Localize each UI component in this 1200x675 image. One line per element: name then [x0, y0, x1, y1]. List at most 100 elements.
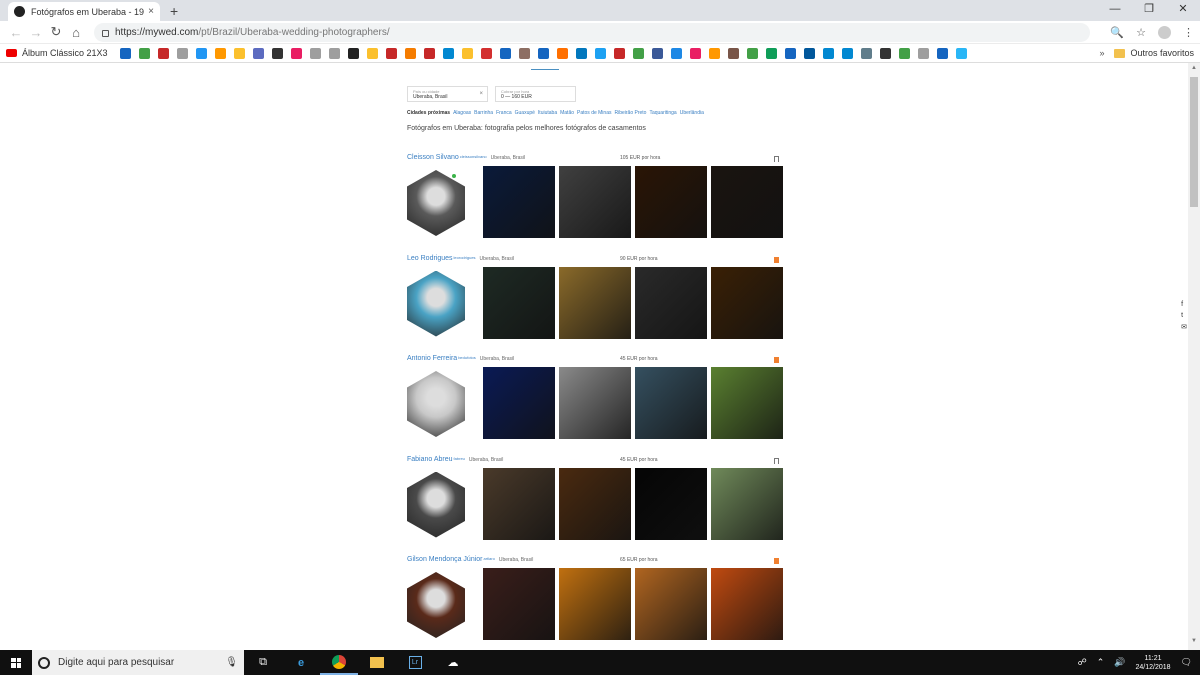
portfolio-photo[interactable] — [635, 467, 707, 540]
scroll-thumb[interactable] — [1190, 77, 1198, 207]
bookmark-favicon-icon[interactable] — [347, 47, 359, 59]
photographer-name-link[interactable]: Gilson Mendonça Júniorartlaro Uberaba, Br… — [407, 556, 533, 563]
photographer-avatar[interactable] — [407, 371, 465, 437]
portfolio-photo[interactable] — [483, 467, 555, 540]
portfolio-photo[interactable] — [483, 568, 555, 640]
bookmark-favicon-icon[interactable] — [746, 47, 758, 59]
task-view-icon[interactable]: ⧉ — [244, 650, 282, 675]
bookmark-favicon-icon[interactable] — [176, 47, 188, 59]
reload-button[interactable]: ↻ — [46, 24, 66, 40]
bookmark-favicon-icon[interactable] — [689, 47, 701, 59]
bookmark-favicon-icon[interactable] — [157, 47, 169, 59]
bookmark-favicon-icon[interactable] — [480, 47, 492, 59]
nearby-city-link[interactable]: Barrinha — [474, 110, 493, 116]
photographer-name-link[interactable]: Leo Rodriguesleorodrigues Uberaba, Brasil — [407, 255, 514, 262]
bookmark-favicon-icon[interactable] — [423, 47, 435, 59]
bookmark-favicon-icon[interactable] — [366, 47, 378, 59]
portfolio-photo[interactable] — [711, 266, 783, 339]
lightroom-icon[interactable]: Lr — [396, 650, 434, 675]
bookmark-favicon-icon[interactable] — [879, 47, 891, 59]
photographer-avatar[interactable] — [407, 572, 465, 638]
notifications-icon[interactable]: 🗨 — [1181, 657, 1192, 668]
edge-icon[interactable]: e — [282, 650, 320, 675]
portfolio-photo[interactable] — [635, 266, 707, 339]
file-explorer-icon[interactable] — [358, 650, 396, 675]
bookmark-icon[interactable] — [774, 457, 779, 464]
bookmark-favicon-icon[interactable] — [214, 47, 226, 59]
forward-button[interactable]: → — [26, 25, 46, 40]
tab-close-icon[interactable]: × — [148, 6, 154, 17]
clear-location-icon[interactable]: × — [479, 91, 483, 97]
profile-avatar[interactable] — [1158, 25, 1171, 39]
people-icon[interactable]: ☍ — [1078, 657, 1087, 668]
nearby-city-link[interactable]: Patos de Minas — [577, 110, 611, 116]
bookmarks-overflow-button[interactable]: » — [1099, 48, 1104, 58]
browser-tab[interactable]: Fotógrafos em Uberaba - 19 fotó × — [8, 2, 160, 21]
bookmark-favicon-icon[interactable] — [138, 47, 150, 59]
photographer-avatar[interactable] — [407, 471, 465, 538]
bookmark-favicon-icon[interactable] — [765, 47, 777, 59]
portfolio-photo[interactable] — [711, 367, 783, 439]
minimize-button[interactable]: — — [1098, 0, 1132, 19]
bookmark-favicon-icon[interactable] — [461, 47, 473, 59]
close-window-button[interactable]: ✕ — [1166, 0, 1200, 19]
bookmark-favicon-icon[interactable] — [784, 47, 796, 59]
bookmark-favicon-icon[interactable] — [936, 47, 948, 59]
portfolio-photo[interactable] — [483, 266, 555, 339]
bookmark-favicon-icon[interactable] — [404, 47, 416, 59]
portfolio-photo[interactable] — [635, 367, 707, 439]
back-button[interactable]: ← — [6, 25, 26, 40]
bookmark-favicon-icon[interactable] — [518, 47, 530, 59]
bookmark-favicon-icon[interactable] — [309, 47, 321, 59]
facebook-icon[interactable]: f — [1181, 301, 1187, 308]
photographer-name-link[interactable]: Antonio Ferreirabedufotos Uberaba, Brasil — [407, 355, 514, 362]
portfolio-photo[interactable] — [635, 568, 707, 640]
email-icon[interactable]: ✉ — [1181, 323, 1187, 331]
star-bookmark-icon[interactable]: ☆ — [1136, 26, 1146, 39]
portfolio-photo[interactable] — [635, 166, 707, 238]
new-tab-button[interactable]: + — [170, 3, 178, 19]
portfolio-photo[interactable] — [559, 367, 631, 439]
nearby-city-link[interactable]: Guaxupé — [515, 110, 535, 116]
chrome-icon[interactable] — [320, 650, 358, 675]
nearby-city-link[interactable]: Alagoas — [453, 110, 471, 116]
price-filter[interactable]: Cobrar por hora 0 — 160 EUR — [495, 86, 576, 102]
bookmark-favicon-icon[interactable] — [651, 47, 663, 59]
bookmark-icon[interactable] — [774, 156, 779, 162]
photographer-name-link[interactable]: Fabiano Abreufabreu Uberaba, Brasil — [407, 456, 503, 463]
nearby-city-link[interactable]: Ituiutaba — [538, 110, 557, 116]
portfolio-photo[interactable] — [711, 166, 783, 238]
bookmark-folder-outros[interactable]: Outros favoritos — [1114, 48, 1194, 58]
app-icon[interactable]: ☁ — [434, 650, 472, 675]
bookmark-favicon-icon[interactable] — [195, 47, 207, 59]
bookmark-favicon-icon[interactable] — [499, 47, 511, 59]
bookmark-favicon-icon[interactable] — [822, 47, 834, 59]
clock[interactable]: 11:21 24/12/2018 — [1136, 654, 1171, 672]
portfolio-photo[interactable] — [483, 166, 555, 238]
portfolio-photo[interactable] — [711, 467, 783, 540]
twitter-icon[interactable]: t — [1181, 312, 1187, 319]
home-button[interactable]: ⌂ — [66, 25, 86, 40]
bookmark-favicon-icon[interactable] — [917, 47, 929, 59]
bookmark-favicon-icon[interactable] — [632, 47, 644, 59]
bookmark-favicon-icon[interactable] — [898, 47, 910, 59]
bookmark-favicon-icon[interactable] — [233, 47, 245, 59]
page-scrollbar[interactable]: ▲ ▼ — [1188, 63, 1200, 650]
search-icon[interactable]: 🔍 — [1110, 26, 1124, 39]
bookmark-favicon-icon[interactable] — [803, 47, 815, 59]
bookmark-favicon-icon[interactable] — [537, 47, 549, 59]
menu-kebab-icon[interactable]: ⋮ — [1183, 26, 1194, 39]
bookmark-favicon-icon[interactable] — [575, 47, 587, 59]
bookmark-favicon-icon[interactable] — [955, 47, 967, 59]
maximize-button[interactable]: ❐ — [1132, 0, 1166, 19]
bookmark-favicon-icon[interactable] — [442, 47, 454, 59]
bookmark-icon[interactable] — [774, 558, 779, 564]
location-filter[interactable]: País ou cidade Uberaba, Brasil × — [407, 86, 488, 102]
nearby-city-link[interactable]: Taquaritinga — [649, 110, 676, 116]
address-bar[interactable]: https:// mywed.com /pt/Brazil/Uberaba-we… — [94, 22, 1091, 42]
bookmark-favicon-icon[interactable] — [708, 47, 720, 59]
bookmark-favicon-icon[interactable] — [556, 47, 568, 59]
bookmark-album-classico[interactable]: Álbum Clássico 21X3 — [6, 48, 108, 58]
bookmark-favicon-icon[interactable] — [328, 47, 340, 59]
nearby-city-link[interactable]: Ribeirão Preto — [614, 110, 646, 116]
